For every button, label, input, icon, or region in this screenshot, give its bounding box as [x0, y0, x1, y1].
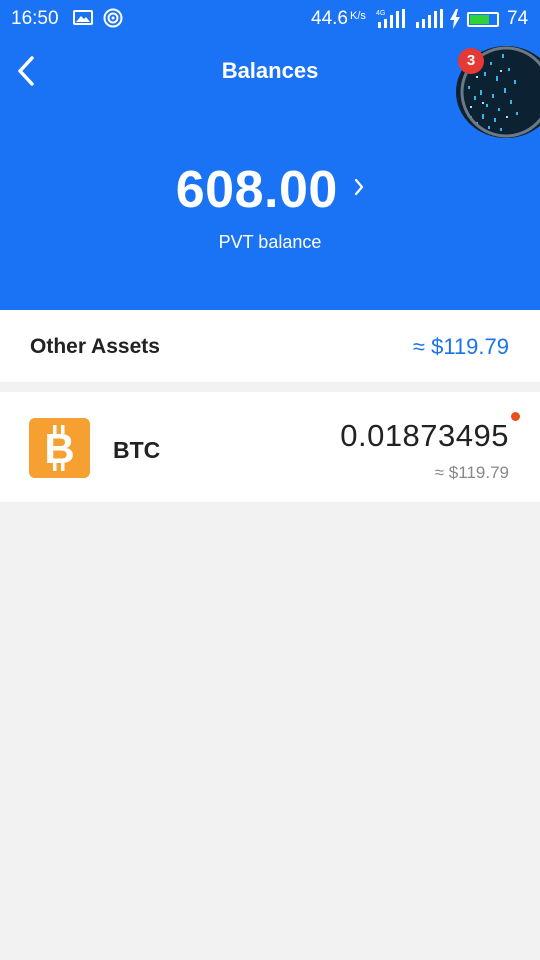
- net-speed: 44.6 K/s: [311, 8, 366, 29]
- asset-fiat-value: ≈ $119.79: [434, 463, 509, 482]
- other-assets-header: Other Assets ≈ $119.79: [0, 310, 540, 382]
- pvt-balance-button[interactable]: 608.00: [0, 160, 540, 224]
- notification-badge: 3: [458, 48, 484, 74]
- signal-4g-icon: 4G: [376, 9, 405, 28]
- svg-text:B: B: [44, 425, 74, 472]
- other-assets-title: Other Assets: [30, 335, 160, 358]
- balance-label: PVT balance: [218, 232, 322, 252]
- chevron-right-icon: [355, 178, 364, 196]
- other-assets-total: ≈ $119.79: [412, 334, 509, 359]
- status-bar: 16:50 44.6 K/s 4G 74: [0, 0, 540, 38]
- header: 16:50 44.6 K/s 4G 74 Balances 3 608.00 P…: [0, 0, 540, 310]
- svg-text:4G: 4G: [376, 10, 385, 17]
- bitcoin-icon: B: [29, 418, 90, 478]
- asset-amount: 0.01873495: [340, 418, 509, 453]
- gallery-icon: [73, 10, 93, 25]
- battery-icon: [467, 12, 499, 27]
- update-dot: [511, 412, 520, 421]
- asset-symbol: BTC: [113, 437, 161, 463]
- status-time: 16:50: [11, 8, 59, 29]
- battery-percent: 74: [507, 8, 529, 29]
- balance-amount: 608.00: [175, 161, 338, 219]
- asset-row-btc[interactable]: B BTC 0.01873495 ≈ $119.79: [0, 392, 540, 502]
- signal-icon: [416, 9, 443, 28]
- hotspot-icon: [103, 8, 123, 28]
- charging-icon: [450, 9, 460, 29]
